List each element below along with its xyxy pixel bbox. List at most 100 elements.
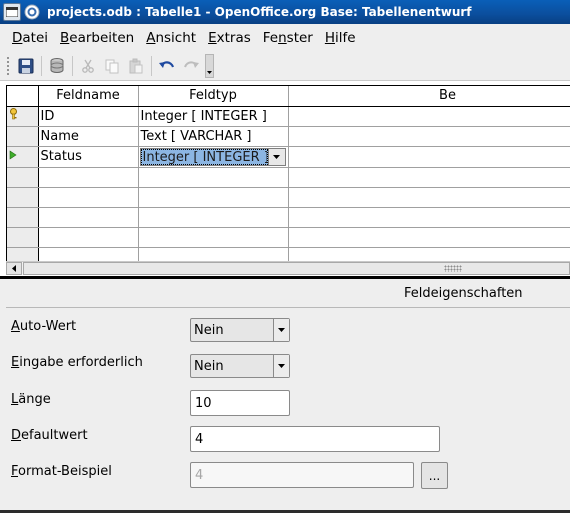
field-name-cell[interactable] — [38, 227, 139, 248]
field-name-cell[interactable]: ID — [38, 106, 139, 127]
table-row[interactable]: Name Text [ VARCHAR ] — [7, 126, 570, 147]
required-select-value: Nein — [194, 358, 224, 374]
toolbar-separator — [72, 55, 73, 76]
field-table-header: Feldname Feldtyp Be — [7, 86, 570, 107]
chevron-down-icon — [207, 70, 212, 74]
field-name-cell[interactable]: Name — [38, 126, 139, 147]
toolbar-separator — [41, 55, 42, 76]
chevron-down-icon[interactable] — [273, 355, 289, 377]
menu-ansicht[interactable]: Ansicht — [140, 30, 202, 46]
menu-hilfe[interactable]: Hilfe — [319, 30, 362, 46]
field-description-cell[interactable] — [288, 146, 570, 168]
table-row[interactable]: Status Integer [ INTEGER ] — [7, 146, 570, 168]
row-handle[interactable] — [7, 207, 39, 228]
field-name-cell[interactable] — [38, 247, 139, 261]
field-description-cell[interactable] — [288, 126, 570, 147]
auto-value-select[interactable]: Nein — [190, 318, 290, 342]
field-type-cell[interactable] — [138, 167, 289, 188]
field-type-dropdown[interactable]: Integer [ INTEGER ] — [139, 147, 286, 166]
window-title: projects.odb : Tabelle1 - OpenOffice.org… — [47, 5, 472, 19]
row-handle[interactable] — [7, 146, 39, 168]
field-type-cell[interactable] — [138, 227, 289, 248]
toolbar-overflow-button[interactable] — [205, 53, 214, 78]
field-type-cell[interactable] — [138, 247, 289, 261]
table-row[interactable] — [7, 247, 570, 261]
field-description-cell[interactable] — [288, 106, 570, 127]
column-header-feldname[interactable]: Feldname — [38, 86, 139, 107]
field-design-grid[interactable]: Feldname Feldtyp Be ID Integer [ INTEGER… — [6, 85, 570, 261]
menu-fenster[interactable]: Fenster — [257, 30, 319, 46]
table-row[interactable]: ID Integer [ INTEGER ] — [7, 106, 570, 127]
chevron-left-icon — [12, 265, 16, 272]
scrollbar-grip — [444, 265, 462, 272]
field-name-cell[interactable]: Status — [38, 146, 139, 168]
row-handle[interactable] — [7, 167, 39, 188]
format-example-label: Format-Beispiel — [11, 464, 112, 479]
chevron-down-icon[interactable] — [267, 148, 285, 165]
divider — [6, 307, 570, 308]
undo-button[interactable] — [155, 55, 179, 77]
scrollbar-thumb[interactable] — [23, 262, 570, 275]
window-menu-icon — [6, 7, 18, 17]
redo-button[interactable] — [179, 55, 203, 77]
table-row[interactable] — [7, 187, 570, 208]
window-menu-button[interactable] — [3, 3, 21, 21]
required-select[interactable]: Nein — [190, 354, 290, 378]
undo-icon — [159, 60, 175, 68]
row-handle[interactable] — [7, 227, 39, 248]
length-label: Länge — [11, 392, 51, 407]
title-bar: projects.odb : Tabelle1 - OpenOffice.org… — [0, 0, 570, 24]
paste-icon — [129, 58, 143, 73]
field-type-dropdown-value: Integer [ INTEGER ] — [140, 148, 268, 165]
menu-bar: Datei Bearbeiten Ansicht Extras Fenster … — [0, 24, 570, 51]
paste-button[interactable] — [124, 55, 148, 77]
header-corner[interactable] — [7, 86, 39, 107]
field-name-cell[interactable] — [38, 187, 139, 208]
field-description-cell[interactable] — [288, 167, 570, 188]
database-icon — [50, 57, 64, 73]
table-row[interactable] — [7, 207, 570, 228]
field-name-cell[interactable] — [38, 167, 139, 188]
field-properties-pane: Feldeigenschaften Auto-Wert Nein Eingabe… — [0, 279, 570, 513]
auto-value-label: Auto-Wert — [11, 319, 77, 334]
table-row[interactable] — [7, 227, 570, 248]
default-value-input[interactable]: 4 — [190, 426, 440, 452]
row-handle[interactable] — [7, 187, 39, 208]
standard-toolbar — [0, 51, 570, 81]
field-type-cell[interactable]: Text [ VARCHAR ] — [138, 126, 289, 147]
scroll-left-button[interactable] — [6, 262, 22, 275]
field-description-cell[interactable] — [288, 187, 570, 208]
current-row-arrow-icon — [9, 150, 17, 160]
length-input[interactable]: 10 — [190, 390, 290, 416]
copy-icon — [105, 59, 119, 73]
format-example-field: 4 — [190, 462, 414, 488]
menu-bearbeiten[interactable]: Bearbeiten — [54, 30, 140, 46]
save-icon — [18, 58, 34, 73]
copy-button[interactable] — [100, 55, 124, 77]
field-type-cell[interactable] — [138, 207, 289, 228]
field-name-cell[interactable] — [38, 207, 139, 228]
field-type-cell[interactable]: Integer [ INTEGER ] — [138, 146, 289, 168]
row-handle[interactable] — [7, 126, 39, 147]
row-handle[interactable] — [7, 106, 39, 127]
field-properties-title: Feldeigenschaften — [404, 286, 523, 301]
horizontal-scrollbar[interactable] — [6, 261, 570, 275]
menu-datei[interactable]: Datei — [6, 30, 54, 46]
column-header-beschreibung[interactable]: Be — [288, 86, 570, 107]
column-header-feldtyp[interactable]: Feldtyp — [138, 86, 289, 107]
toolbar-grip[interactable] — [6, 55, 10, 76]
field-description-cell[interactable] — [288, 207, 570, 228]
save-button[interactable] — [14, 55, 38, 77]
menu-extras[interactable]: Extras — [202, 30, 257, 46]
field-type-cell[interactable] — [138, 187, 289, 208]
cut-button[interactable] — [76, 55, 100, 77]
chevron-down-icon[interactable] — [273, 319, 289, 341]
row-handle[interactable] — [7, 247, 39, 261]
field-table: Feldname Feldtyp Be ID Integer [ INTEGER… — [7, 86, 570, 261]
field-type-cell[interactable]: Integer [ INTEGER ] — [138, 106, 289, 127]
database-button[interactable] — [45, 55, 69, 77]
field-description-cell[interactable] — [288, 227, 570, 248]
table-row[interactable] — [7, 167, 570, 188]
format-button[interactable]: ... — [421, 462, 448, 489]
field-description-cell[interactable] — [288, 247, 570, 261]
